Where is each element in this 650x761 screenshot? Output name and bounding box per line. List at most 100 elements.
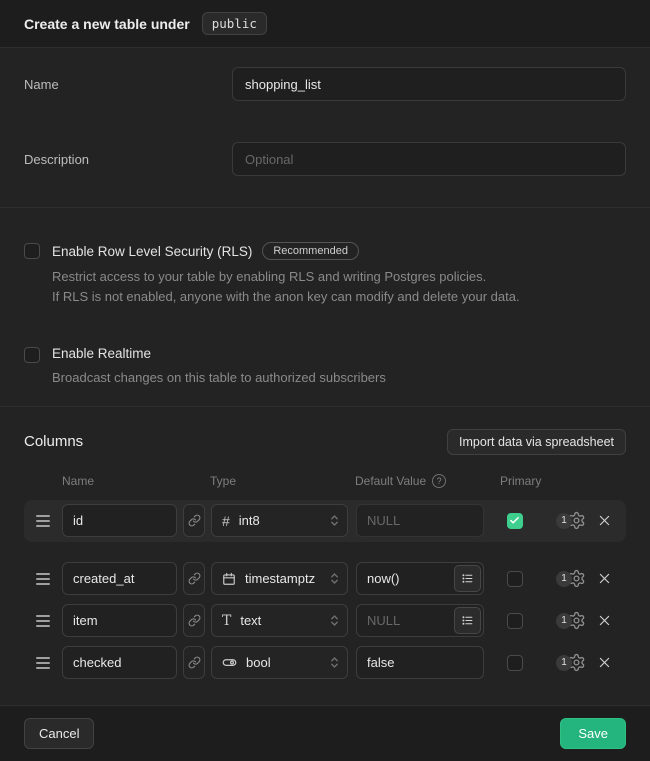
- drag-handle-icon: [36, 615, 50, 627]
- remove-column-button[interactable]: [595, 653, 614, 672]
- realtime-title: Enable Realtime: [52, 346, 151, 361]
- column-type-label: int8: [239, 513, 321, 528]
- toggle-icon: [222, 655, 237, 670]
- realtime-option: Enable Realtime Broadcast changes on thi…: [24, 346, 626, 388]
- chevron-updown-icon: [330, 571, 339, 586]
- primary-checkbox[interactable]: [507, 513, 523, 529]
- column-name-input[interactable]: [62, 562, 177, 595]
- remove-column-button[interactable]: [595, 511, 614, 530]
- settings-badge: 1: [556, 571, 572, 587]
- close-icon: [597, 571, 612, 586]
- drag-handle[interactable]: [24, 657, 62, 669]
- link-icon: [188, 514, 201, 527]
- column-row: bool 1: [24, 644, 626, 682]
- column-header-primary: Primary: [500, 474, 541, 488]
- drag-handle-icon: [36, 515, 50, 527]
- help-icon[interactable]: ?: [432, 474, 446, 488]
- column-type-select[interactable]: # int8: [211, 504, 348, 537]
- drag-handle-icon: [36, 657, 50, 669]
- drag-handle[interactable]: [24, 573, 62, 585]
- default-value-input[interactable]: [356, 504, 484, 537]
- column-type-label: timestamptz: [245, 571, 321, 586]
- primary-checkbox[interactable]: [507, 571, 523, 587]
- close-icon: [597, 613, 612, 628]
- foreign-key-button[interactable]: [183, 604, 205, 637]
- column-settings-button[interactable]: 1: [556, 511, 586, 530]
- column-header-type: Type: [210, 474, 355, 488]
- chevron-updown-icon: [330, 613, 339, 628]
- schema-badge: public: [202, 12, 267, 35]
- primary-checkbox[interactable]: [507, 655, 523, 671]
- link-icon: [188, 656, 201, 669]
- columns-heading: Columns: [24, 433, 83, 450]
- remove-column-button[interactable]: [595, 611, 614, 630]
- drag-handle[interactable]: [24, 515, 62, 527]
- rls-option: Enable Row Level Security (RLS) Recommen…: [24, 242, 626, 306]
- columns-table-header: Name Type Default Value ? Primary: [24, 474, 626, 488]
- column-settings-button[interactable]: 1: [556, 653, 586, 672]
- column-name-input[interactable]: [62, 604, 177, 637]
- name-field-label: Name: [24, 67, 232, 101]
- columns-section: Columns Import data via spreadsheet Name…: [0, 407, 650, 706]
- column-row: T text 1: [24, 602, 626, 640]
- table-options-section: Enable Row Level Security (RLS) Recommen…: [0, 208, 650, 407]
- remove-column-button[interactable]: [595, 569, 614, 588]
- description-field-row: Description: [24, 142, 626, 176]
- dialog-footer: Cancel Save: [0, 705, 650, 761]
- column-type-label: bool: [246, 655, 321, 670]
- create-table-dialog: Create a new table under public Name Des…: [0, 0, 650, 761]
- dialog-header: Create a new table under public: [0, 0, 650, 48]
- settings-badge: 1: [556, 513, 572, 529]
- calendar-icon: [222, 572, 236, 586]
- foreign-key-button[interactable]: [183, 646, 205, 679]
- column-row: timestamptz 1: [24, 560, 626, 598]
- hash-icon: #: [222, 514, 230, 528]
- link-icon: [188, 614, 201, 627]
- table-name-input[interactable]: [232, 67, 626, 101]
- column-header-default: Default Value: [355, 474, 426, 488]
- column-settings-button[interactable]: 1: [556, 611, 586, 630]
- drag-handle[interactable]: [24, 615, 62, 627]
- column-type-select[interactable]: T text: [211, 604, 348, 637]
- cancel-button[interactable]: Cancel: [24, 718, 94, 749]
- foreign-key-button[interactable]: [183, 562, 205, 595]
- column-name-input[interactable]: [62, 646, 177, 679]
- column-header-name: Name: [62, 474, 210, 488]
- primary-checkbox[interactable]: [507, 613, 523, 629]
- column-name-input[interactable]: [62, 504, 177, 537]
- default-value-input[interactable]: [356, 646, 484, 679]
- close-icon: [597, 513, 612, 528]
- default-menu-button[interactable]: [454, 607, 481, 634]
- column-settings-button[interactable]: 1: [556, 569, 586, 588]
- recommended-badge: Recommended: [262, 242, 359, 260]
- link-icon: [188, 572, 201, 585]
- chevron-updown-icon: [330, 655, 339, 670]
- foreign-key-button[interactable]: [183, 504, 205, 537]
- import-spreadsheet-button[interactable]: Import data via spreadsheet: [447, 429, 626, 455]
- list-icon: [461, 572, 474, 585]
- columns-list: # int8 1: [24, 500, 626, 682]
- table-details-section: Name Description: [0, 48, 650, 208]
- default-menu-button[interactable]: [454, 565, 481, 592]
- dialog-title: Create a new table under: [24, 16, 190, 32]
- column-type-label: text: [240, 613, 321, 628]
- rls-checkbox[interactable]: [24, 243, 40, 259]
- text-type-icon: T: [222, 614, 231, 628]
- rls-description: Restrict access to your table by enablin…: [52, 267, 520, 306]
- description-field-label: Description: [24, 142, 232, 176]
- realtime-description: Broadcast changes on this table to autho…: [52, 368, 386, 388]
- table-description-input[interactable]: [232, 142, 626, 176]
- save-button[interactable]: Save: [560, 718, 626, 749]
- chevron-updown-icon: [330, 513, 339, 528]
- settings-badge: 1: [556, 613, 572, 629]
- name-field-row: Name: [24, 67, 626, 101]
- drag-handle-icon: [36, 573, 50, 585]
- close-icon: [597, 655, 612, 670]
- column-type-select[interactable]: bool: [211, 646, 348, 679]
- realtime-checkbox[interactable]: [24, 347, 40, 363]
- list-icon: [461, 614, 474, 627]
- column-type-select[interactable]: timestamptz: [211, 562, 348, 595]
- rls-title: Enable Row Level Security (RLS): [52, 244, 252, 259]
- settings-badge: 1: [556, 655, 572, 671]
- column-row: # int8 1: [24, 500, 626, 542]
